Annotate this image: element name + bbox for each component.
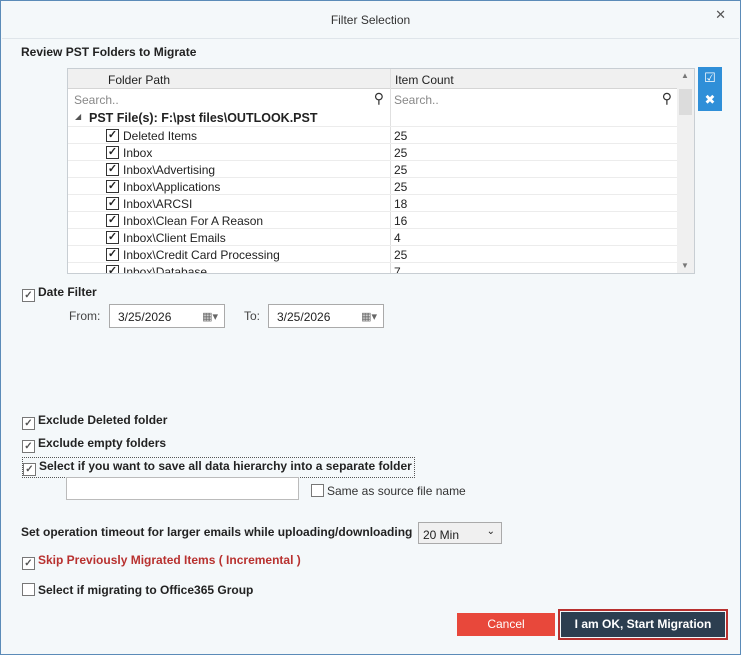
filter-selection-dialog: Filter Selection ✕ Review PST Folders to… [0, 0, 741, 655]
root-row[interactable]: ◢ PST File(s): F:\pst files\OUTLOOK.PST [68, 109, 678, 127]
table-row[interactable]: ✓ Inbox\Advertising 25 [68, 161, 678, 178]
calendar-icon: ▦▾ [361, 311, 377, 323]
folder-path: Inbox\ARCSI [123, 197, 193, 211]
item-count: 7 [394, 265, 401, 274]
item-count: 25 [394, 180, 408, 194]
same-as-source-checkbox[interactable]: Same as source file name [311, 484, 466, 498]
exclude-empty-checkbox[interactable]: ✓ Exclude empty folders [22, 436, 166, 453]
row-checkbox[interactable]: ✓ [106, 163, 119, 176]
folder-name-input[interactable] [66, 477, 299, 500]
section-title: Review PST Folders to Migrate [21, 45, 197, 59]
hierarchy-checkbox[interactable]: ✓ Select if you want to save all data hie… [22, 457, 415, 478]
chevron-down-icon: ⌄ [486, 526, 495, 537]
row-checkbox[interactable]: ✓ [106, 146, 119, 159]
close-icon[interactable]: ✕ [715, 7, 726, 23]
folder-path: Inbox\Database [123, 265, 208, 274]
table-row[interactable]: ✓ Inbox\Clean For A Reason 16 [68, 212, 678, 229]
row-checkbox[interactable]: ✓ [106, 129, 119, 142]
count-search-input[interactable]: Search.. ⚲ [392, 90, 676, 108]
scroll-up-icon[interactable]: ▲ [681, 71, 689, 80]
table-row[interactable]: ✓ Inbox\ARCSI 18 [68, 195, 678, 212]
timeout-label: Set operation timeout for larger emails … [21, 525, 413, 539]
folder-path: Inbox [123, 146, 153, 160]
start-migration-button[interactable]: I am OK, Start Migration [561, 612, 725, 637]
folder-path: Inbox\Client Emails [123, 231, 226, 245]
scroll-down-icon[interactable]: ▼ [681, 261, 689, 270]
row-checkbox[interactable]: ✓ [106, 197, 119, 210]
timeout-select[interactable]: 20 Min ⌄ [418, 522, 502, 544]
column-item-count[interactable]: Item Count [395, 73, 454, 87]
table-row[interactable]: ✓ Inbox\Client Emails 4 [68, 229, 678, 246]
search-icon: ⚲ [373, 90, 384, 106]
calendar-icon: ▦▾ [202, 311, 218, 323]
grid-header: Folder Path Item Count [68, 69, 678, 89]
folder-path: Inbox\Clean For A Reason [123, 214, 264, 228]
column-folder-path[interactable]: Folder Path [108, 73, 170, 87]
to-date-picker[interactable]: 3/25/2026 ▦▾ [268, 304, 384, 328]
folder-grid: Folder Path Item Count Search.. ⚲ Search.… [67, 68, 695, 274]
search-icon: ⚲ [661, 90, 672, 106]
scroll-thumb[interactable] [679, 89, 692, 115]
table-row[interactable]: ✓ Inbox 25 [68, 144, 678, 161]
item-count: 18 [394, 197, 408, 211]
root-label: PST File(s): F:\pst files\OUTLOOK.PST [89, 111, 318, 125]
row-checkbox[interactable]: ✓ [106, 231, 119, 244]
item-count: 4 [394, 231, 401, 245]
folder-path: Inbox\Applications [123, 180, 221, 194]
to-label: To: [244, 309, 261, 323]
cancel-button[interactable]: Cancel [457, 613, 555, 636]
folder-search-input[interactable]: Search.. ⚲ [70, 90, 388, 108]
from-date-picker[interactable]: 3/25/2026 ▦▾ [109, 304, 225, 328]
folder-path: Inbox\Advertising [123, 163, 216, 177]
date-filter-checkbox[interactable]: ✓ Date Filter [22, 285, 97, 302]
incremental-checkbox[interactable]: ✓ Skip Previously Migrated Items ( Increm… [22, 553, 301, 570]
item-count: 16 [394, 214, 408, 228]
exclude-deleted-checkbox[interactable]: ✓ Exclude Deleted folder [22, 413, 167, 430]
table-row[interactable]: ✓ Deleted Items 25 [68, 127, 678, 144]
dialog-title: Filter Selection [330, 13, 411, 27]
vertical-scrollbar[interactable]: ▲ ▼ [677, 69, 694, 273]
row-checkbox[interactable]: ✓ [106, 180, 119, 193]
folder-path: Inbox\Credit Card Processing [123, 248, 280, 262]
folder-path: Deleted Items [123, 129, 198, 143]
row-checkbox[interactable]: ✓ [106, 248, 119, 261]
item-count: 25 [394, 129, 408, 143]
title-divider [2, 38, 739, 39]
table-row[interactable]: ✓ Inbox\Applications 25 [68, 178, 678, 195]
select-all-button[interactable]: ☑ [698, 67, 722, 89]
row-checkbox[interactable]: ✓ [106, 214, 119, 227]
from-label: From: [69, 309, 101, 323]
deselect-all-button[interactable]: ✖ [698, 89, 722, 111]
item-count: 25 [394, 163, 408, 177]
table-row[interactable]: ✓ Inbox\Credit Card Processing 25 [68, 246, 678, 263]
item-count: 25 [394, 146, 408, 160]
collapse-icon[interactable]: ◢ [75, 112, 81, 121]
table-row[interactable]: ✓ Inbox\Database 7 [68, 263, 678, 274]
search-placeholder: Search.. [394, 93, 439, 107]
row-checkbox[interactable]: ✓ [106, 265, 119, 273]
item-count: 25 [394, 248, 408, 262]
office365-group-checkbox[interactable]: Select if migrating to Office365 Group [22, 583, 253, 597]
search-placeholder: Search.. [74, 93, 119, 107]
